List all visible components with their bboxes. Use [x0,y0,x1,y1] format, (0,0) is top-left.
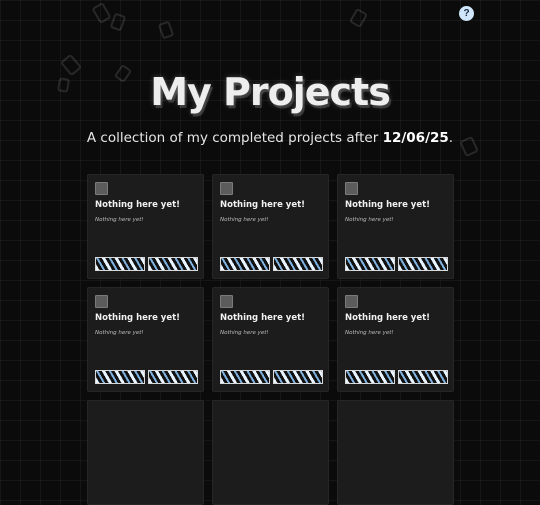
project-card[interactable]: Nothing here yet! Nothing here yet! [87,174,204,279]
project-card[interactable]: Nothing here yet! Nothing here yet! [337,287,454,392]
tech-tag-icon [273,257,323,271]
tech-tag-icon [220,370,270,384]
image-placeholder-icon [220,295,233,308]
project-description: Nothing here yet! [220,330,269,336]
project-card[interactable]: Nothing here yet! Nothing here yet! [87,287,204,392]
decorative-shape [348,7,369,29]
project-title: Nothing here yet! [345,200,431,210]
image-placeholder-icon [95,295,108,308]
image-placeholder-icon [95,182,108,195]
project-title: Nothing here yet! [345,313,431,323]
help-button[interactable]: ? [459,6,474,21]
image-placeholder-icon [220,182,233,195]
project-description: Nothing here yet! [95,330,144,336]
tech-tag-icon [345,370,395,384]
page-title: My Projects [150,70,391,114]
decorative-shape [157,20,175,40]
project-card[interactable] [212,400,329,505]
project-description: Nothing here yet! [95,217,144,223]
subtitle-text: A collection of my completed projects af… [86,130,383,146]
tech-tag-icon [95,370,145,384]
decorative-shape [91,1,112,25]
project-description: Nothing here yet! [345,330,394,336]
tech-tag-icon [95,257,145,271]
project-card[interactable] [87,400,204,505]
tech-tag-icon [345,257,395,271]
tech-tag-icon [148,370,198,384]
tech-tag-icon [273,370,323,384]
tech-tag-icon [398,257,448,271]
tech-tag-icon [398,370,448,384]
page-subtitle: A collection of my completed projects af… [0,130,540,146]
subtitle-date: 12/06/25 [382,130,449,146]
project-title: Nothing here yet! [220,200,306,210]
project-grid: Nothing here yet! Nothing here yet! Noth… [87,174,454,505]
subtitle-suffix: . [448,130,454,146]
project-card[interactable]: Nothing here yet! Nothing here yet! [212,174,329,279]
project-title: Nothing here yet! [95,200,181,210]
project-card[interactable]: Nothing here yet! Nothing here yet! [212,287,329,392]
image-placeholder-icon [345,182,358,195]
tech-tag-icon [148,257,198,271]
decorative-shape [109,12,127,32]
tech-tag-icon [220,257,270,271]
image-placeholder-icon [345,295,358,308]
project-title: Nothing here yet! [220,313,306,323]
project-title: Nothing here yet! [95,313,181,323]
project-card[interactable]: Nothing here yet! Nothing here yet! [337,174,454,279]
project-card[interactable] [337,400,454,505]
project-description: Nothing here yet! [220,217,269,223]
project-description: Nothing here yet! [345,217,394,223]
